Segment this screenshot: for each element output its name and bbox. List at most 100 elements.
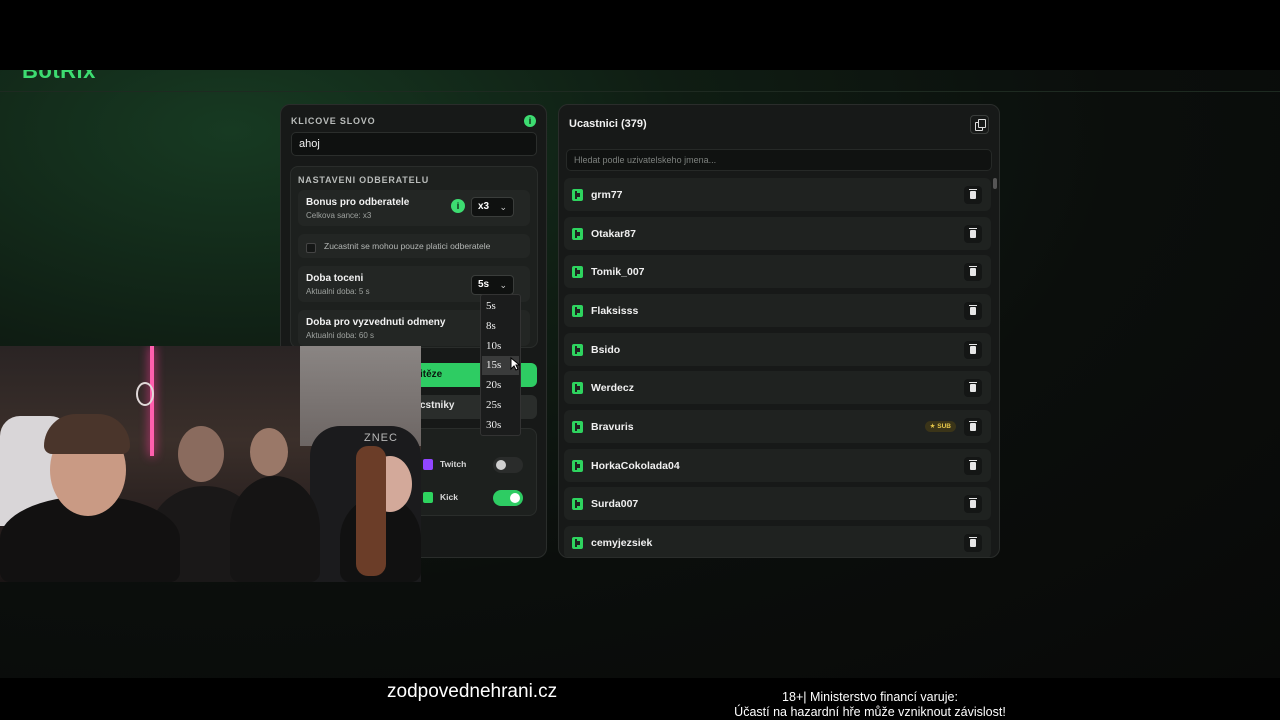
participant-name: Bravuris xyxy=(591,421,634,433)
info-icon[interactable]: i xyxy=(451,199,465,213)
toggle-knob xyxy=(496,460,506,470)
kick-icon xyxy=(572,266,583,278)
list-scrollbar[interactable] xyxy=(993,178,997,189)
person-hair xyxy=(44,414,130,454)
claim-duration-title: Doba pro vyzvednuti odmeny xyxy=(306,317,446,328)
participant-row[interactable]: Otakar87 xyxy=(564,217,991,250)
kick-icon xyxy=(572,228,583,240)
trash-icon[interactable] xyxy=(964,534,982,552)
brand-logo[interactable]: BotRix xyxy=(22,70,96,84)
spin-duration-value: 5s xyxy=(478,279,490,290)
twitch-icon xyxy=(423,459,433,470)
footer-warning: 18+| Ministerstvo financí varuje: Účastí… xyxy=(700,690,1040,720)
platform-row-twitch: Twitch xyxy=(421,455,531,475)
paid-only-checkbox[interactable] xyxy=(306,243,316,253)
footer-warning-line2: Účastí na hazardní hře může vzniknout zá… xyxy=(734,705,1006,719)
mouse-cursor-icon xyxy=(510,357,520,371)
participant-row[interactable]: grm77 xyxy=(564,178,991,211)
paid-only-label: Zucastnit se mohou pouze platici odberat… xyxy=(324,241,491,251)
participant-name: Bsido xyxy=(591,344,621,356)
kick-icon xyxy=(572,382,583,394)
participant-search-input[interactable] xyxy=(566,149,992,171)
participant-row[interactable]: Werdecz xyxy=(564,371,991,404)
participants-panel: Ucastnici (379) grm77 Otakar87 Tomik_007… xyxy=(558,104,1000,558)
kick-icon xyxy=(572,189,583,201)
participant-row[interactable]: Surda007 xyxy=(564,487,991,520)
participant-row[interactable]: cemyjezsiek xyxy=(564,526,991,557)
participant-name: cemyjezsiek xyxy=(591,537,653,549)
participant-row[interactable]: Bravuris ★ SUB xyxy=(564,410,991,443)
participant-name: Werdecz xyxy=(591,382,634,394)
trash-icon[interactable] xyxy=(964,457,982,475)
bonus-select[interactable]: x3 ⌄ xyxy=(471,197,514,217)
kick-icon xyxy=(572,537,583,549)
kick-icon xyxy=(572,421,583,433)
app-header: BotRix xyxy=(0,70,1280,92)
kick-icon xyxy=(572,460,583,472)
start-giveaway-label: itěze xyxy=(420,369,443,380)
trash-icon[interactable] xyxy=(964,225,982,243)
participant-row[interactable]: Bsido xyxy=(564,333,991,366)
toggle-knob xyxy=(510,493,520,503)
top-letterbox xyxy=(0,0,1280,70)
bonus-select-value: x3 xyxy=(478,201,490,212)
person-head xyxy=(250,428,288,476)
dropdown-option[interactable]: 8s xyxy=(482,317,519,336)
paid-only-row[interactable]: Zucastnit se mohou pouze platici odberat… xyxy=(298,234,530,258)
kick-icon xyxy=(572,305,583,317)
trash-icon[interactable] xyxy=(964,302,982,320)
sub-badge: ★ SUB xyxy=(924,421,956,432)
keyword-label: KLICOVE SLOVO xyxy=(291,116,376,126)
info-icon[interactable]: i xyxy=(524,115,536,127)
dropdown-option[interactable]: 30s xyxy=(482,416,519,435)
clear-participants-label: cstniky xyxy=(420,400,455,411)
kick-icon xyxy=(572,498,583,510)
participant-name: Tomik_007 xyxy=(591,266,645,278)
twitch-toggle[interactable] xyxy=(493,457,523,473)
trash-icon[interactable] xyxy=(964,495,982,513)
webcam-overlay: ZNEC xyxy=(0,346,421,582)
footer-warning-line1: 18+| Ministerstvo financí varuje: xyxy=(782,690,958,704)
participant-name: Flaksisss xyxy=(591,305,639,317)
participant-row[interactable]: Tomik_007 xyxy=(564,255,991,288)
subscriber-bonus-row: Bonus pro odberatele Celkova sance: x3 i… xyxy=(298,190,530,226)
kick-icon xyxy=(423,492,433,503)
participant-name: grm77 xyxy=(591,189,623,201)
platform-label-kick: Kick xyxy=(440,492,458,502)
participant-row[interactable]: HorkaCokolada04 xyxy=(564,449,991,482)
footer-website: zodpovednehrani.cz xyxy=(387,681,558,702)
participant-name: Surda007 xyxy=(591,498,639,510)
trash-icon[interactable] xyxy=(964,263,982,281)
dropdown-option[interactable]: 25s xyxy=(482,396,519,415)
participant-row[interactable]: Flaksisss xyxy=(564,294,991,327)
kick-toggle[interactable] xyxy=(493,490,523,506)
chevron-down-icon: ⌄ xyxy=(499,280,507,290)
dropdown-option[interactable]: 20s xyxy=(482,376,519,395)
trash-icon[interactable] xyxy=(964,379,982,397)
participants-title: Ucastnici (379) xyxy=(569,118,647,130)
dropdown-option[interactable]: 5s xyxy=(482,297,519,316)
ring-light xyxy=(136,382,154,406)
copy-icon[interactable] xyxy=(970,115,989,134)
subscriber-settings-title: NASTAVENI ODBERATELU xyxy=(298,175,430,185)
platform-label-twitch: Twitch xyxy=(440,459,467,469)
spin-duration-title: Doba toceni xyxy=(306,273,364,284)
spin-duration-select[interactable]: 5s ⌄ xyxy=(471,275,514,295)
dropdown-option[interactable]: 10s xyxy=(482,337,519,356)
chair-logo-text: ZNEC xyxy=(364,432,398,444)
trash-icon[interactable] xyxy=(964,418,982,436)
platform-row-kick: Kick xyxy=(421,488,531,508)
person-body xyxy=(230,476,320,582)
person-hair xyxy=(356,446,386,576)
person-head xyxy=(178,426,224,482)
subscriber-bonus-subtitle: Celkova sance: x3 xyxy=(306,211,372,220)
chevron-down-icon: ⌄ xyxy=(499,202,507,212)
keyword-input[interactable] xyxy=(291,132,537,156)
kick-icon xyxy=(572,344,583,356)
trash-icon[interactable] xyxy=(964,186,982,204)
participant-name: HorkaCokolada04 xyxy=(591,460,680,472)
participant-name: Otakar87 xyxy=(591,228,636,240)
spin-duration-subtitle: Aktualni doba: 5 s xyxy=(306,287,370,296)
trash-icon[interactable] xyxy=(964,341,982,359)
claim-duration-subtitle: Aktualni doba: 60 s xyxy=(306,331,375,340)
